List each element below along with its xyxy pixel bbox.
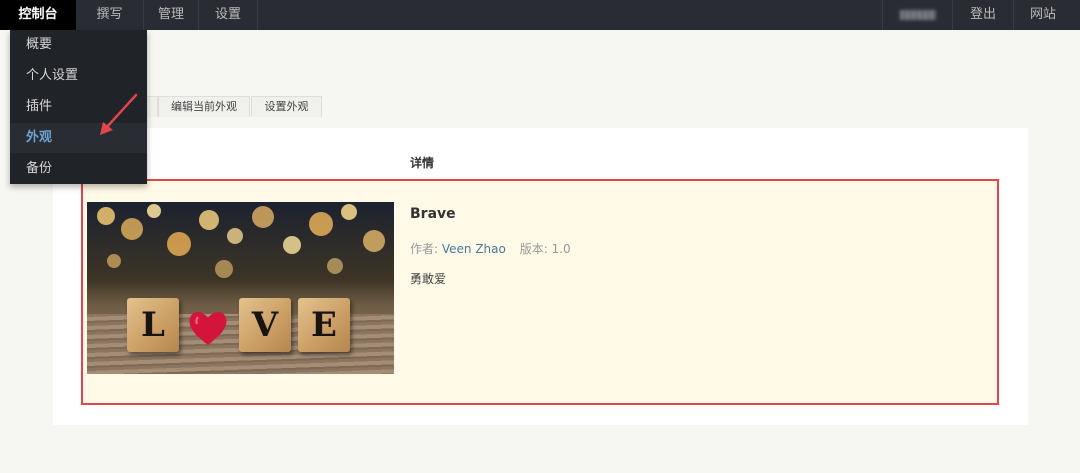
- menu-item-overview[interactable]: 概要: [10, 30, 147, 60]
- nav-divider: [257, 0, 258, 30]
- site-link[interactable]: 网站: [1014, 0, 1072, 30]
- nav-dashboard[interactable]: 控制台: [0, 0, 76, 30]
- logout-link[interactable]: 登出: [953, 0, 1013, 30]
- nav-write[interactable]: 撰写: [76, 0, 143, 30]
- menu-item-profile[interactable]: 个人设置: [10, 61, 147, 91]
- annotation-arrow-icon: [100, 93, 138, 135]
- nav-manage[interactable]: 管理: [144, 0, 198, 30]
- tab-edit-current-theme[interactable]: 编辑当前外观: [158, 96, 250, 117]
- nav-divider: [882, 0, 883, 30]
- user-profile-link[interactable]: [900, 10, 936, 20]
- tab-theme-settings[interactable]: 设置外观: [251, 96, 322, 117]
- menu-item-backup[interactable]: 备份: [10, 154, 147, 184]
- top-navbar: 控制台 撰写 管理 设置 登出 网站: [0, 0, 1080, 30]
- nav-settings[interactable]: 设置: [199, 0, 257, 30]
- annotation-highlight-box: [81, 179, 999, 405]
- detail-column-header: 详情: [410, 156, 435, 170]
